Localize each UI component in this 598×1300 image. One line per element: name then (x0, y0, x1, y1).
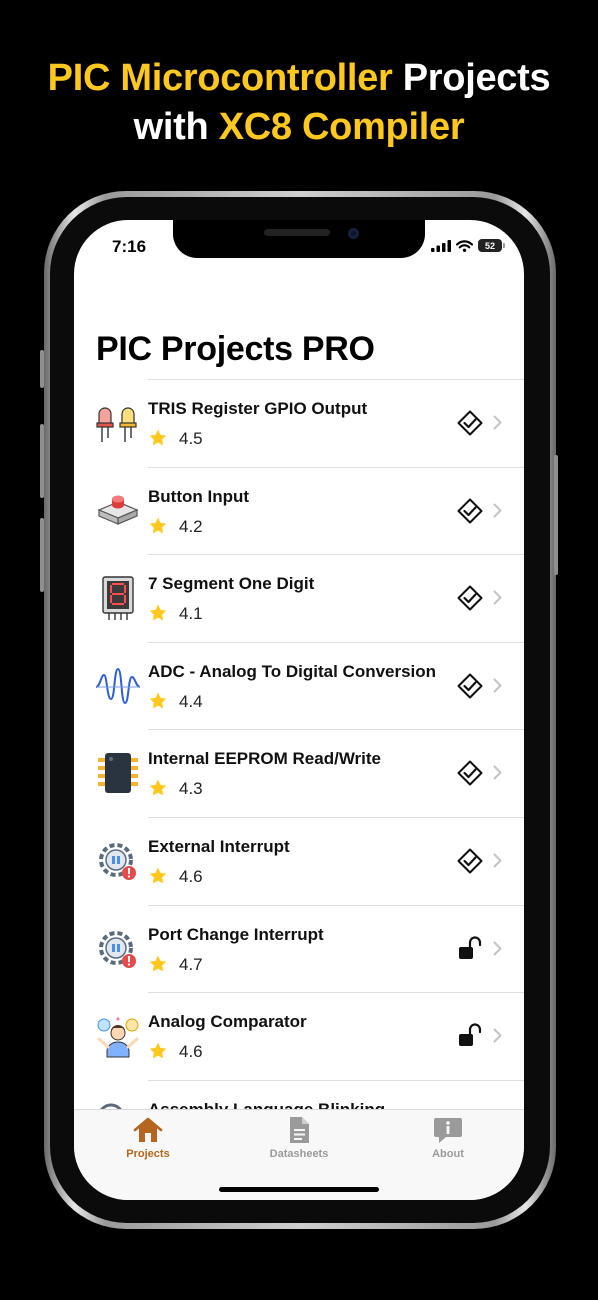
list-item-button-input[interactable]: Button Input 4.2 (74, 466, 524, 555)
home-indicator[interactable] (219, 1187, 379, 1192)
promo-headline: PIC Microcontroller Projects with XC8 Co… (0, 54, 598, 152)
volume-up-button (40, 424, 44, 498)
status-time: 7:16 (112, 237, 147, 256)
unlocked-padlock-icon (459, 1023, 482, 1047)
chevron-right-icon (493, 765, 502, 780)
completed-checkmark-icon (457, 848, 483, 874)
project-title: Button Input (148, 486, 250, 506)
battery-icon: 52 (478, 239, 505, 252)
rating-value: 4.7 (179, 954, 203, 974)
chevron-right-icon (493, 590, 502, 605)
mute-switch (40, 350, 44, 388)
list-item-tris-register[interactable]: TRIS Register GPIO Output 4.5 (74, 379, 524, 467)
list-item-port-change-interrupt[interactable]: Port Change Interrupt 4.7 (74, 904, 524, 993)
tab-about[interactable]: About (388, 1116, 508, 1166)
app-screen: 7:16 52 PIC Projects PRO TRIS Register G… (74, 220, 524, 1200)
chevron-right-icon (493, 678, 502, 693)
tab-label: Datasheets (269, 1148, 329, 1160)
list-item-analog-comparator[interactable]: Analog Comparator 4.6 (74, 992, 524, 1080)
list-item-external-interrupt[interactable]: External Interrupt 4.6 (74, 816, 524, 905)
tab-projects[interactable]: Projects (88, 1116, 208, 1166)
star-icon (149, 867, 167, 884)
project-list[interactable]: TRIS Register GPIO Output 4.5 Button Inp… (74, 379, 524, 1167)
star-icon (149, 429, 167, 446)
analog-wave-icon (95, 667, 141, 704)
page-title: PIC Projects PRO (96, 330, 375, 368)
completed-checkmark-icon (457, 760, 483, 786)
list-item-7-segment[interactable]: 7 Segment One Digit 4.1 (74, 554, 524, 642)
star-icon (149, 692, 167, 709)
chevron-right-icon (493, 941, 502, 956)
project-title: Internal EEPROM Read/Write (148, 749, 382, 769)
project-title: TRIS Register GPIO Output (148, 399, 368, 418)
signal-icon (431, 239, 451, 252)
rating-value: 4.1 (179, 604, 203, 624)
chevron-right-icon (493, 503, 502, 518)
led-icon (96, 407, 137, 442)
tab-bar: Projects Datasheets About (74, 1109, 524, 1200)
interrupt-gear-icon (99, 930, 136, 968)
tab-label: About (432, 1148, 464, 1160)
project-title: Analog Comparator (148, 1012, 307, 1032)
interrupt-gear-icon (99, 842, 136, 880)
unlocked-padlock-icon (459, 936, 482, 959)
completed-checkmark-icon (457, 585, 483, 611)
star-icon (149, 517, 167, 534)
tab-datasheets[interactable]: Datasheets (239, 1116, 359, 1166)
list-item-eeprom[interactable]: Internal EEPROM Read/Write 4.3 (74, 729, 524, 817)
headline-line-1: PIC Microcontroller Projects (47, 57, 551, 99)
completed-checkmark-icon (457, 498, 483, 524)
list-item-adc[interactable]: ADC - Analog To Digital Conversion 4.4 (74, 641, 524, 730)
rating-value: 4.6 (179, 1042, 203, 1062)
star-icon (149, 604, 167, 621)
chip-icon (98, 753, 138, 794)
earpiece-speaker (264, 229, 330, 236)
project-title: 7 Segment One Digit (148, 574, 315, 594)
project-title: Port Change Interrupt (148, 924, 324, 944)
project-title: External Interrupt (148, 836, 290, 856)
comparator-person-icon (97, 1017, 139, 1058)
rating-value: 4.6 (179, 866, 203, 886)
tab-label: Projects (126, 1148, 170, 1160)
document-icon (290, 1117, 309, 1143)
rating-value: 4.3 (179, 779, 203, 799)
info-bubble-icon (434, 1118, 462, 1143)
completed-checkmark-icon (457, 410, 483, 436)
headline-line-2: with XC8 Compiler (133, 106, 465, 148)
rating-value: 4.4 (179, 691, 203, 711)
status-icons: 52 (431, 239, 505, 252)
push-button-icon (97, 495, 139, 525)
notch (173, 220, 425, 258)
house-icon (133, 1117, 163, 1142)
star-icon (149, 1042, 167, 1059)
volume-down-button (40, 518, 44, 592)
chevron-right-icon (493, 415, 502, 430)
project-title: ADC - Analog To Digital Conversion (148, 661, 437, 681)
star-icon (149, 780, 167, 796)
rating-value: 4.5 (179, 429, 203, 448)
front-camera (348, 228, 359, 239)
power-button (554, 455, 558, 575)
seven-segment-icon (102, 576, 134, 621)
completed-checkmark-icon (457, 673, 483, 699)
chevron-right-icon (493, 1028, 502, 1043)
star-icon (149, 955, 167, 971)
rating-value: 4.2 (179, 516, 203, 536)
wifi-icon (456, 239, 473, 252)
chevron-right-icon (493, 853, 502, 868)
